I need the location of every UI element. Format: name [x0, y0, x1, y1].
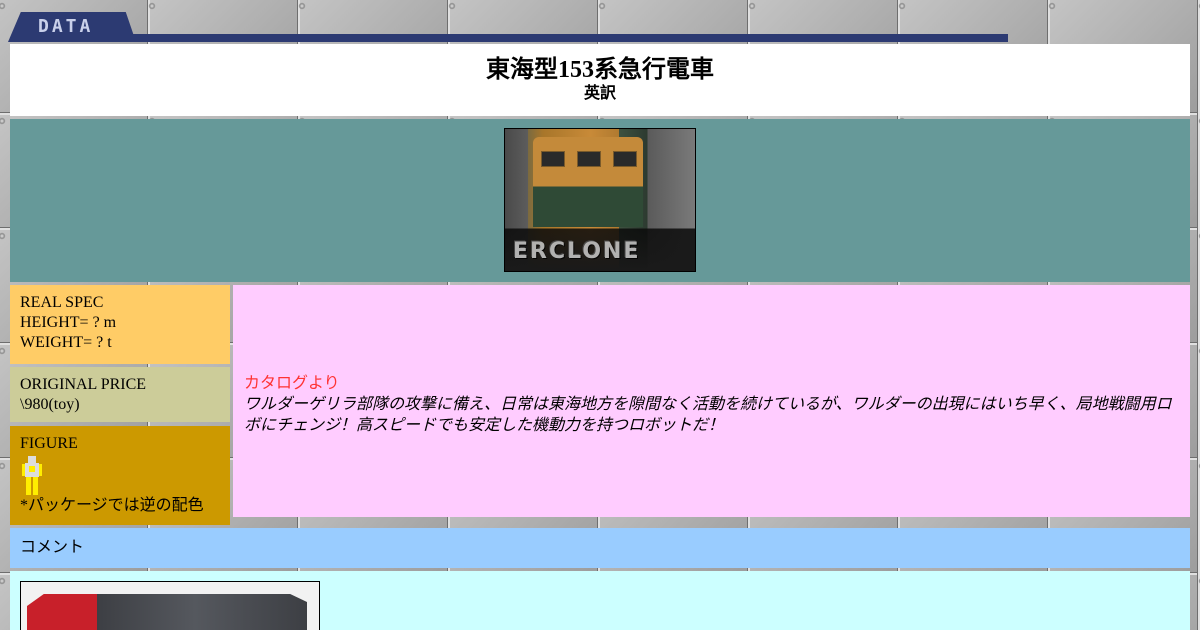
toy-photo — [20, 581, 320, 630]
train-window — [541, 151, 565, 167]
figure-cell: FIGURE *パッケージでは逆の配色 — [10, 426, 230, 525]
price-cell: ORIGINAL PRICE \980(toy) — [10, 367, 230, 422]
catalog-heading: カタログより — [244, 375, 340, 392]
real-spec-height: HEIGHT= ? m — [20, 314, 117, 331]
catalog-content: カタログより ワルダーゲリラ部隊の攻撃に備え、日常は東海地方を隙間なく活動を続け… — [244, 374, 1179, 436]
train-photo: ERCLONE — [504, 128, 696, 272]
real-spec-weight: WEIGHT= ? t — [20, 334, 112, 351]
title-block: 東海型153系急行電車 英訳 — [10, 44, 1190, 116]
data-table: 東海型153系急行電車 英訳 ERCLONE REAL SPEC HEIGHT=… — [8, 42, 1192, 630]
catalog-description: ワルダーゲリラ部隊の攻撃に備え、日常は東海地方を隙間なく活動を続けているが、ワル… — [244, 396, 1172, 434]
photo-row: ERCLONE — [10, 119, 1190, 282]
figure-note: *パッケージでは逆の配色 — [20, 497, 204, 514]
train-photo-body — [533, 137, 643, 227]
header-divider-line — [118, 34, 1008, 42]
spec-left-column: REAL SPEC HEIGHT= ? m WEIGHT= ? t ORIGIN… — [10, 285, 230, 525]
real-spec-heading: REAL SPEC — [20, 294, 104, 311]
page-subtitle: 英訳 — [583, 85, 616, 102]
page-title: 東海型153系急行電車 — [486, 57, 714, 83]
spec-grid: REAL SPEC HEIGHT= ? m WEIGHT= ? t ORIGIN… — [10, 285, 1190, 525]
train-window — [577, 151, 601, 167]
comment-body — [10, 571, 1190, 630]
toy-photo-shape — [27, 594, 307, 630]
price-value: \980(toy) — [20, 396, 80, 413]
data-tab-label: DATA — [38, 16, 94, 37]
catalog-cell: カタログより ワルダーゲリラ部隊の攻撃に備え、日常は東海地方を隙間なく活動を続け… — [233, 285, 1190, 517]
photo-logo-watermark: ERCLONE — [513, 239, 641, 264]
train-window — [613, 151, 637, 167]
data-header-bar: DATA — [8, 12, 1008, 42]
comment-label-row: コメント — [10, 528, 1190, 568]
robot-figure-icon — [22, 456, 42, 495]
price-heading: ORIGINAL PRICE — [20, 376, 147, 393]
figure-heading: FIGURE — [20, 435, 78, 452]
real-spec-cell: REAL SPEC HEIGHT= ? m WEIGHT= ? t — [10, 285, 230, 364]
